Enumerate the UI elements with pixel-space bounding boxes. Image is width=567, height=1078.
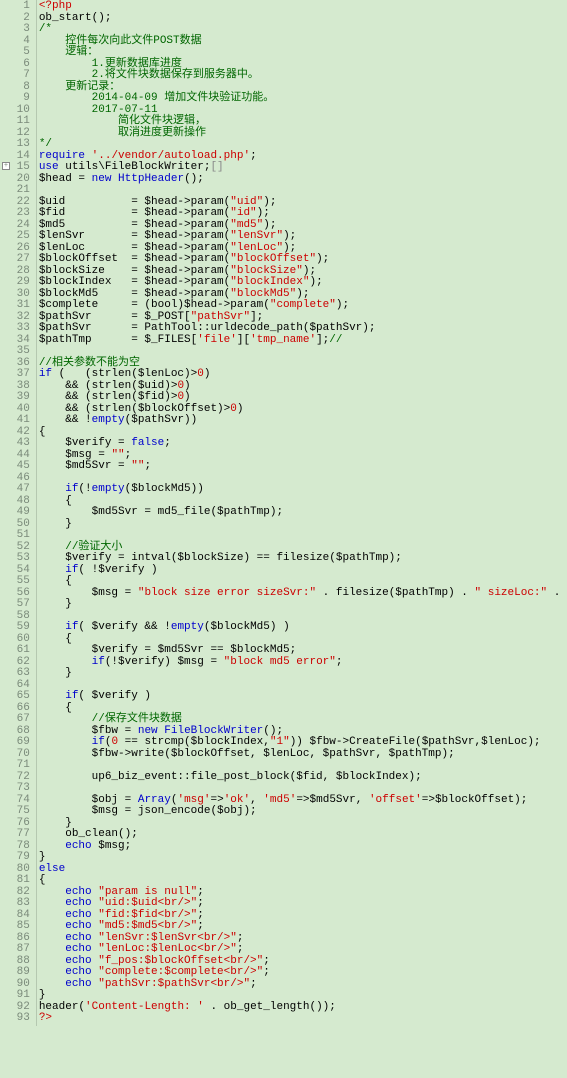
- line-number: + 15: [2, 162, 30, 174]
- line-number: 53: [2, 553, 30, 565]
- code-line[interactable]: if(!empty($blockMd5)): [39, 484, 565, 496]
- code-line[interactable]: }: [39, 668, 565, 680]
- line-number: 85: [2, 921, 30, 933]
- line-number: 59: [2, 622, 30, 634]
- line-number: 81: [2, 875, 30, 887]
- line-number: 69: [2, 737, 30, 749]
- line-number: 3: [2, 24, 30, 36]
- code-line[interactable]: if( $verify ): [39, 691, 565, 703]
- code-line[interactable]: }: [39, 852, 565, 864]
- code-line[interactable]: }: [39, 599, 565, 611]
- line-number: 23: [2, 208, 30, 220]
- code-line[interactable]: <?php: [39, 1, 565, 13]
- code-line[interactable]: ob_start();: [39, 13, 565, 25]
- line-number: 33: [2, 323, 30, 335]
- line-number: 31: [2, 300, 30, 312]
- line-number: 47: [2, 484, 30, 496]
- code-line[interactable]: $fbw->write($blockOffset, $lenLoc, $path…: [39, 749, 565, 761]
- code-line[interactable]: $pathTmp = $_FILES['file']['tmp_name'];/…: [39, 335, 565, 347]
- code-line[interactable]: $fid = $head->param("id");: [39, 208, 565, 220]
- code-line[interactable]: up6_biz_event::file_post_block($fid, $bl…: [39, 772, 565, 784]
- code-line[interactable]: if( !$verify ): [39, 565, 565, 577]
- code-line[interactable]: //保存文件块数据: [39, 714, 565, 726]
- line-number: 43: [2, 438, 30, 450]
- code-line[interactable]: ob_clean();: [39, 829, 565, 841]
- line-number: 21: [2, 185, 30, 197]
- line-number: 65: [2, 691, 30, 703]
- line-number: 51: [2, 530, 30, 542]
- code-line[interactable]: 取消进度更新操作: [39, 128, 565, 140]
- code-line[interactable]: [39, 783, 565, 795]
- code-line[interactable]: ?>: [39, 1013, 565, 1025]
- line-number: 29: [2, 277, 30, 289]
- code-line[interactable]: if(0 == strcmp($blockIndex,"1")) $fbw->C…: [39, 737, 565, 749]
- line-number: 91: [2, 990, 30, 1002]
- code-line[interactable]: && !empty($pathSvr)): [39, 415, 565, 427]
- line-number: 61: [2, 645, 30, 657]
- line-number: 41: [2, 415, 30, 427]
- line-number: 63: [2, 668, 30, 680]
- line-number: 55: [2, 576, 30, 588]
- line-number-gutter: 1234567891011121314+ 1520212223242526272…: [0, 0, 37, 1026]
- code-line[interactable]: $md5Svr = "";: [39, 461, 565, 473]
- code-line[interactable]: echo $msg;: [39, 841, 565, 853]
- line-number: 79: [2, 852, 30, 864]
- code-line[interactable]: $lenSvr = $head->param("lenSvr");: [39, 231, 565, 243]
- line-number: 9: [2, 93, 30, 105]
- code-line[interactable]: else: [39, 864, 565, 876]
- line-number: 67: [2, 714, 30, 726]
- code-editor[interactable]: 1234567891011121314+ 1520212223242526272…: [0, 0, 567, 1026]
- code-line[interactable]: if ( (strlen($lenLoc)>0): [39, 369, 565, 381]
- line-number: 71: [2, 760, 30, 772]
- line-number: 77: [2, 829, 30, 841]
- code-line[interactable]: && (strlen($fid)>0): [39, 392, 565, 404]
- code-line[interactable]: $head = new HttpHeader();: [39, 174, 565, 186]
- code-line[interactable]: echo "pathSvr:$pathSvr<br/>";: [39, 979, 565, 991]
- line-number: 13: [2, 139, 30, 151]
- line-number: 73: [2, 783, 30, 795]
- line-number: 87: [2, 944, 30, 956]
- code-line[interactable]: $md5Svr = md5_file($pathTmp);: [39, 507, 565, 519]
- code-line[interactable]: if( $verify && !empty($blockMd5) ): [39, 622, 565, 634]
- code-line[interactable]: 控件每次向此文件POST数据: [39, 36, 565, 48]
- line-number: 1: [2, 1, 30, 13]
- line-number: 45: [2, 461, 30, 473]
- code-line[interactable]: if(!$verify) $msg = "block md5 error";: [39, 657, 565, 669]
- line-number: 49: [2, 507, 30, 519]
- line-number: 5: [2, 47, 30, 59]
- line-number: 57: [2, 599, 30, 611]
- line-number: 27: [2, 254, 30, 266]
- line-number: 83: [2, 898, 30, 910]
- line-number: 89: [2, 967, 30, 979]
- line-number: 25: [2, 231, 30, 243]
- line-number: 37: [2, 369, 30, 381]
- code-line[interactable]: [39, 185, 565, 197]
- fold-icon[interactable]: +: [2, 162, 10, 170]
- code-line[interactable]: header('Content-Length: ' . ob_get_lengt…: [39, 1002, 565, 1014]
- line-number: 75: [2, 806, 30, 818]
- line-number: 93: [2, 1013, 30, 1025]
- code-line[interactable]: $verify = intval($blockSize) == filesize…: [39, 553, 565, 565]
- code-line[interactable]: $complete = (bool)$head->param("complete…: [39, 300, 565, 312]
- code-area[interactable]: <?phpob_start();/* 控件每次向此文件POST数据 逻辑： 1.…: [37, 0, 567, 1026]
- line-number: 35: [2, 346, 30, 358]
- line-number: 11: [2, 116, 30, 128]
- line-number: 7: [2, 70, 30, 82]
- code-line[interactable]: }: [39, 519, 565, 531]
- code-line[interactable]: $msg = "block size error sizeSvr:" . fil…: [39, 588, 565, 600]
- code-line[interactable]: [39, 760, 565, 772]
- line-number: 39: [2, 392, 30, 404]
- code-line[interactable]: $msg = json_encode($obj);: [39, 806, 565, 818]
- code-line[interactable]: $blockIndex = $head->param("blockIndex")…: [39, 277, 565, 289]
